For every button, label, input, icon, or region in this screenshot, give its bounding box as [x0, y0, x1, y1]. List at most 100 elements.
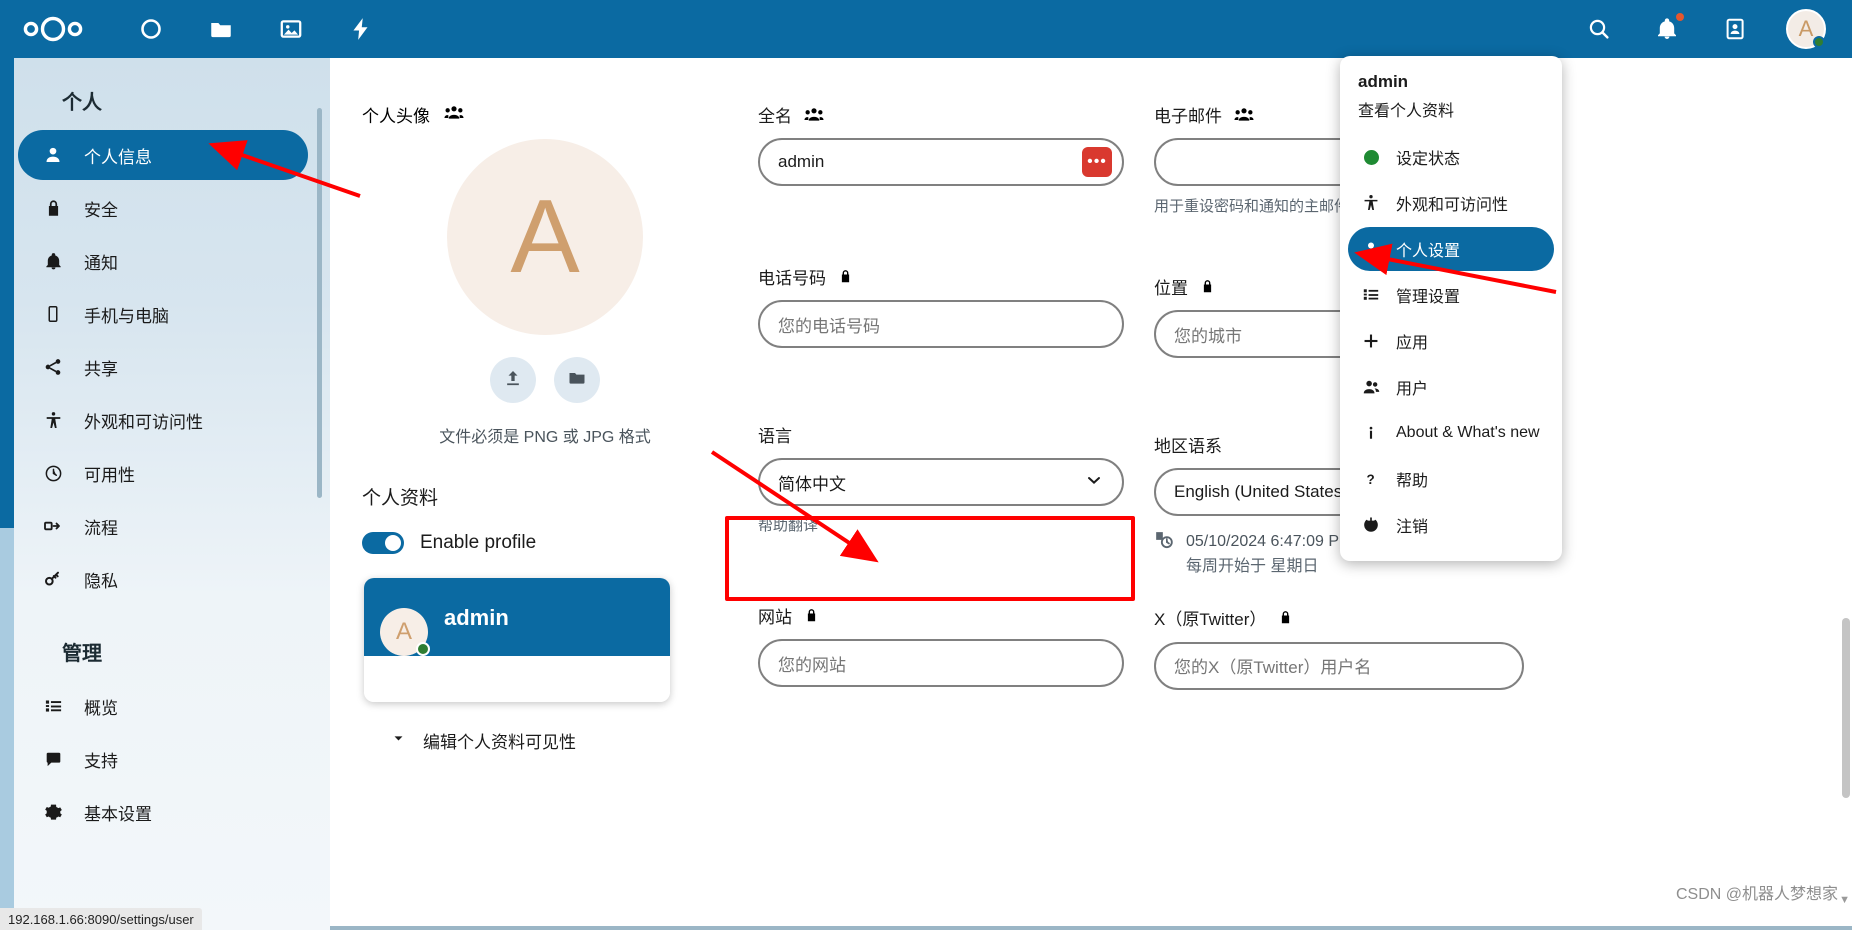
- language-label-text: 语言: [758, 422, 792, 447]
- app-root: A 个人 个人信息 安全: [0, 0, 1852, 930]
- enable-profile-toggle[interactable]: [362, 532, 404, 554]
- clock-icon: [40, 464, 66, 483]
- fullname-input[interactable]: admin •••: [758, 138, 1124, 186]
- files-icon[interactable]: [204, 12, 238, 46]
- sidebar-item-appearance[interactable]: 外观和可访问性: [18, 395, 308, 445]
- device-icon: [40, 305, 66, 323]
- sidebar-item-label: 通知: [84, 249, 118, 274]
- language-select[interactable]: 简体中文: [758, 458, 1124, 506]
- search-icon[interactable]: [1582, 12, 1616, 46]
- account-menu-item-admin-settings[interactable]: 管理设置: [1348, 273, 1554, 317]
- lock-icon: [40, 199, 66, 218]
- help-translate-link[interactable]: 帮助翻译: [758, 514, 1124, 535]
- twitter-input[interactable]: 您的X（原Twitter）用户名: [1154, 642, 1524, 690]
- notifications-icon[interactable]: [1650, 12, 1684, 46]
- status-url: 192.168.1.66:8090/settings/user: [8, 912, 194, 927]
- sidebar-item-label: 手机与电脑: [84, 302, 169, 327]
- profile-avatar-large[interactable]: A: [447, 139, 643, 335]
- website-input[interactable]: 您的网站: [758, 639, 1124, 687]
- choose-from-files-button[interactable]: [554, 357, 600, 403]
- contacts-scope-icon[interactable]: [1234, 107, 1254, 122]
- account-menu-item-label: 管理设置: [1396, 283, 1460, 307]
- sidebar-item-security[interactable]: 安全: [18, 183, 308, 233]
- sidebar-item-availability[interactable]: 可用性: [18, 448, 308, 498]
- scroll-down-arrow-icon[interactable]: ▼: [1839, 894, 1850, 906]
- profile-preview-card[interactable]: A admin: [364, 578, 670, 702]
- fullname-value: admin: [778, 152, 824, 172]
- plus-icon: [1360, 332, 1382, 350]
- avatar-label-text: 个人头像: [362, 102, 430, 127]
- fullname-label-text: 全名: [758, 102, 792, 127]
- account-menu-dropdown: admin 查看个人资料 设定状态 外观和可访问性 个人设置 管理设置: [1340, 56, 1562, 561]
- fullname-label: 全名: [758, 102, 1124, 126]
- enable-profile-label: Enable profile: [420, 532, 536, 554]
- lock-scope-icon[interactable]: [838, 268, 853, 285]
- account-menu-item-logout[interactable]: 注销: [1348, 503, 1554, 547]
- sidebar-item-support[interactable]: 支持: [18, 734, 308, 784]
- nextcloud-logo[interactable]: [22, 16, 84, 42]
- contacts-scope-icon[interactable]: [444, 105, 464, 125]
- sidebar-item-notifications[interactable]: 通知: [18, 236, 308, 286]
- clock-locale-icon: [1154, 530, 1174, 555]
- profile-section-title: 个人资料: [362, 483, 728, 510]
- sidebar-item-label: 个人信息: [84, 143, 152, 168]
- lock-scope-icon[interactable]: [1278, 609, 1293, 626]
- sidebar-item-personal-info[interactable]: 个人信息: [18, 130, 308, 180]
- upload-avatar-button[interactable]: [490, 357, 536, 403]
- watermark: CSDN @机器人梦想家: [1676, 880, 1838, 904]
- account-menu-item-apps[interactable]: 应用: [1348, 319, 1554, 363]
- accessibility-icon: [40, 411, 66, 430]
- contacts-icon[interactable]: [1718, 12, 1752, 46]
- sidebar-item-label: 概览: [84, 694, 118, 719]
- sidebar-item-sharing[interactable]: 共享: [18, 342, 308, 392]
- sidebar-item-label: 流程: [84, 514, 118, 539]
- phone-input[interactable]: 您的电话号码: [758, 300, 1124, 348]
- avatar-section-label: 个人头像: [362, 102, 728, 127]
- avatar-letter-large: A: [510, 178, 579, 297]
- bell-icon: [40, 252, 66, 271]
- help-icon: ?: [1360, 470, 1382, 488]
- dashboard-icon[interactable]: [134, 12, 168, 46]
- sidebar-item-basic-settings[interactable]: 基本设置: [18, 787, 308, 837]
- account-menu-item-personal-settings[interactable]: 个人设置: [1348, 227, 1554, 271]
- phone-placeholder: 您的电话号码: [778, 312, 880, 337]
- lock-scope-icon[interactable]: [1200, 278, 1215, 295]
- language-value: 简体中文: [778, 470, 846, 495]
- top-navigation-bar: A: [0, 0, 1852, 58]
- account-menu-header: admin 查看个人资料: [1340, 70, 1562, 133]
- lock-scope-icon[interactable]: [804, 607, 819, 624]
- avatar-letter: A: [1799, 16, 1814, 42]
- profile-card-name: admin: [444, 605, 509, 631]
- sidebar-item-mobile-desktop[interactable]: 手机与电脑: [18, 289, 308, 339]
- twitter-label: X（原Twitter）: [1154, 606, 1524, 630]
- account-menu-item-appearance[interactable]: 外观和可访问性: [1348, 181, 1554, 225]
- users-icon: [1360, 378, 1382, 397]
- account-menu-item-set-status[interactable]: 设定状态: [1348, 135, 1554, 179]
- activity-icon[interactable]: [344, 12, 378, 46]
- sidebar-item-privacy[interactable]: 隐私: [18, 554, 308, 604]
- photos-icon[interactable]: [274, 12, 308, 46]
- contacts-scope-icon[interactable]: [804, 107, 824, 122]
- phone-label: 电话号码: [758, 264, 1124, 288]
- twitter-label-text: X（原Twitter）: [1154, 605, 1266, 630]
- view-profile-link[interactable]: 查看个人资料: [1358, 97, 1544, 121]
- column-avatar-profile: 个人头像 A: [362, 102, 758, 753]
- sidebar-item-overview[interactable]: 概览: [18, 681, 308, 731]
- main-scrollbar[interactable]: [1842, 618, 1850, 798]
- accessibility-icon: [1360, 194, 1382, 212]
- sidebar-heading-admin: 管理: [0, 607, 330, 678]
- avatar-action-buttons: [362, 357, 728, 403]
- folder-icon: [567, 368, 587, 393]
- user-avatar-button[interactable]: A: [1786, 9, 1826, 49]
- edit-profile-visibility-toggle[interactable]: 编辑个人资料可见性: [362, 728, 728, 753]
- account-menu-item-help[interactable]: ? 帮助: [1348, 457, 1554, 501]
- sidebar-heading-personal: 个人: [0, 74, 330, 127]
- list-icon: [40, 697, 66, 716]
- settings-icon: [40, 803, 66, 822]
- twitter-placeholder: 您的X（原Twitter）用户名: [1174, 653, 1371, 678]
- fullname-pending-badge[interactable]: •••: [1082, 147, 1112, 177]
- account-menu-item-users[interactable]: 用户: [1348, 365, 1554, 409]
- account-menu-item-label: 用户: [1396, 375, 1428, 399]
- account-menu-item-about[interactable]: About & What's new: [1348, 411, 1554, 455]
- sidebar-item-flow[interactable]: 流程: [18, 501, 308, 551]
